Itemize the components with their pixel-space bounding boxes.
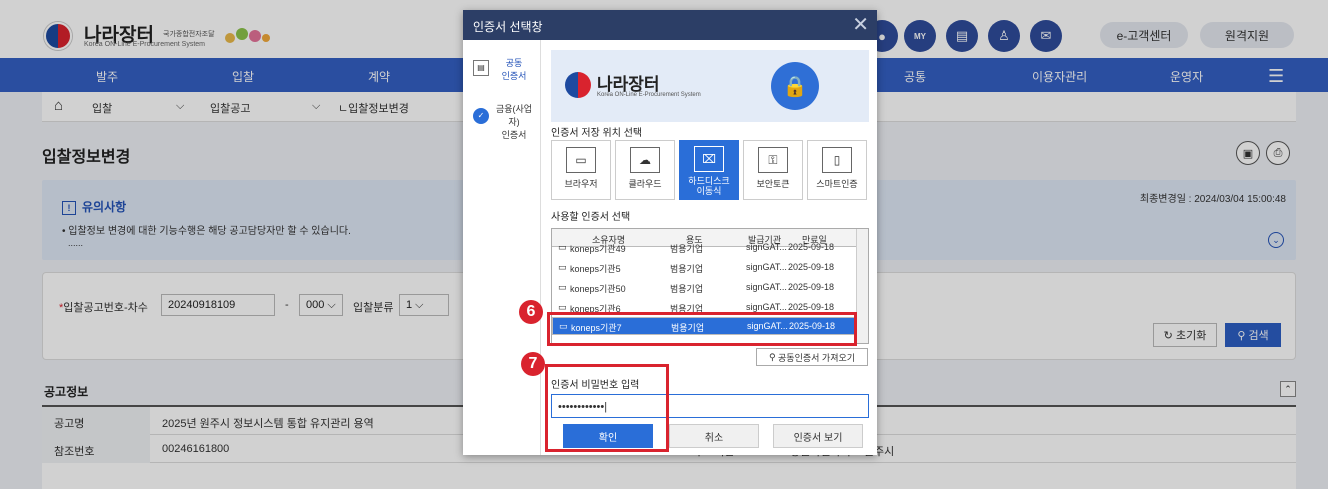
step-badge: 7	[521, 352, 545, 376]
usb-drive-icon: ⌧	[694, 146, 724, 172]
sidebar-item-label: 금융(사업자) 인증서	[495, 104, 533, 140]
shield-icon: ✓	[473, 108, 489, 124]
view-cert-button[interactable]: 인증서 보기	[773, 424, 863, 448]
dialog-banner: 나라장터 Korea ON-Line E-Procurement System …	[551, 50, 869, 122]
scrollbar[interactable]	[856, 229, 868, 343]
table-row[interactable]: ▭ koneps기관49 범용기업 signGAT... 2025-09-18	[552, 242, 858, 257]
store-browser[interactable]: ▭ 브라우저	[551, 140, 611, 200]
highlight-box	[545, 364, 669, 452]
store-cloud[interactable]: ☁ 클라우드	[615, 140, 675, 200]
sidebar-item-financial-cert[interactable]: ✓ 금융(사업자) 인증서	[463, 96, 541, 140]
browser-icon: ▭	[566, 147, 596, 173]
step-badge: 6	[519, 300, 543, 324]
cert-doc-icon: ▤	[473, 60, 489, 76]
lock-icon: 🔒	[771, 62, 819, 110]
highlight-box	[547, 312, 857, 346]
sidebar-item-joint-cert[interactable]: ▤ 공동 인증서	[463, 48, 541, 90]
table-row[interactable]: ▭ koneps기관5 범용기업 signGAT... 2025-09-18	[552, 259, 858, 277]
store-token[interactable]: ⚿ 보안토큰	[743, 140, 803, 200]
store-label: 인증서 저장 위치 선택	[551, 128, 643, 139]
cancel-button[interactable]: 취소	[669, 424, 759, 448]
cloud-icon: ☁	[630, 147, 660, 173]
token-icon: ⚿	[758, 147, 788, 173]
table-row[interactable]: ▭ koneps기관50 범용기업 signGAT... 2025-09-18	[552, 279, 858, 297]
store-options: ▭ 브라우저 ☁ 클라우드 ⌧ 하드디스크 이동식 ⚿ 보안토큰 ▯ 스마트인증	[551, 140, 869, 200]
list-label: 사용할 인증서 선택	[551, 212, 631, 223]
taegeuk-logo-icon	[565, 72, 591, 98]
store-smart[interactable]: ▯ 스마트인증	[807, 140, 867, 200]
banner-subtitle: Korea ON-Line E-Procurement System	[597, 92, 701, 98]
sidebar-item-label: 공동 인증서	[501, 58, 527, 81]
import-cert-button[interactable]: ⚲ 공동인증서 가져오기	[756, 348, 868, 366]
search-icon: ⚲	[768, 351, 779, 362]
page: 나라장터 국가종합전자조달 Korea ON-Line E-Procuremen…	[0, 0, 1328, 489]
cert-type-sidebar: ▤ 공동 인증서 ✓ 금융(사업자) 인증서	[463, 40, 541, 455]
store-harddisk[interactable]: ⌧ 하드디스크 이동식	[679, 140, 739, 200]
phone-icon: ▯	[822, 147, 852, 173]
cert-dialog: 인증서 선택창 ✕ ▤ 공동 인증서 ✓ 금융(사업자) 인증서 나라장터 Ko…	[463, 10, 877, 455]
close-icon[interactable]: ✕	[852, 12, 869, 37]
dialog-title: 인증서 선택창	[463, 10, 877, 40]
